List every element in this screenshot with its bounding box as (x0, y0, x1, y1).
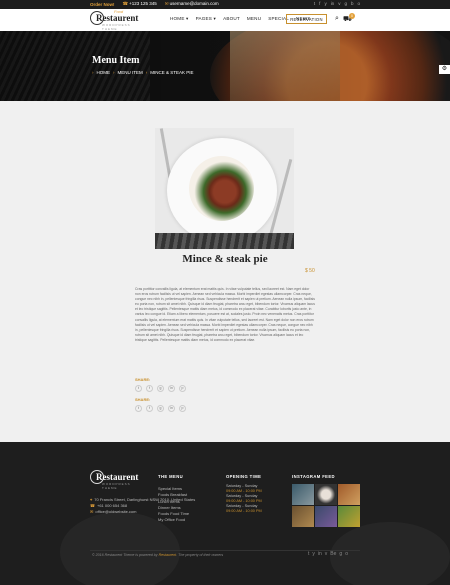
breadcrumb-current: MINCE & STEAK PIE (150, 70, 194, 75)
top-bar: Order Now! ☎+123 125 345 ✉username@domai… (0, 0, 450, 9)
instagram-photo[interactable] (315, 484, 337, 505)
phone-contact[interactable]: ☎+123 125 345 (123, 1, 157, 7)
logo-badge: Food (114, 9, 124, 14)
footer-logo[interactable]: Restaurent WORDPRESS THEME (90, 470, 139, 490)
phone-icon: ☎ (90, 503, 95, 508)
footer-menu-item[interactable]: Foods Breakfast (158, 492, 189, 498)
google-icon[interactable]: g (344, 1, 347, 6)
other-social-icon[interactable]: o (357, 1, 360, 6)
plate-decoration (167, 138, 277, 243)
mail-icon: ✉ (164, 1, 169, 6)
page-title: Menu Item (92, 55, 140, 66)
google-icon[interactable]: g (339, 551, 342, 557)
footer-menu-list: Special Items Foods Breakfast Lunch Item… (158, 486, 189, 524)
phone-icon: ☎ (122, 1, 129, 6)
vimeo-icon[interactable]: v (338, 1, 340, 6)
instagram-feed (292, 484, 360, 527)
hours-time: 09:00 AM - 10:00 PM (226, 509, 262, 513)
dish-title: Mince & steak pie (182, 253, 268, 265)
footer-logo-subtitle: WORDPRESS THEME (102, 482, 131, 490)
instagram-photo[interactable] (292, 506, 314, 527)
share-linkedin-icon[interactable]: in (168, 385, 175, 392)
facebook-icon[interactable]: f (319, 1, 320, 6)
location-icon: ⌖ (90, 497, 93, 502)
twitter-icon[interactable]: t (314, 1, 315, 6)
share-twitter-icon[interactable]: t (135, 405, 142, 412)
nav-pages[interactable]: Pages ▾ (196, 16, 216, 22)
main-content: Mince & steak pie $ 50 Cras porttitor co… (0, 101, 450, 442)
breadcrumb-home[interactable]: HOME (97, 70, 111, 75)
order-now-label: Order Now! (90, 1, 115, 7)
footer-menu-item[interactable]: My Office Food (158, 517, 189, 523)
email-contact[interactable]: ✉username@domain.com (165, 1, 219, 7)
footer-social-links: t y in v Be g o (308, 551, 348, 557)
instagram-photo[interactable] (338, 484, 360, 505)
logo-subtitle: WORDPRESS THEME (102, 23, 131, 31)
share-label-secondary: Share: (135, 397, 151, 402)
share-label: Share: (135, 377, 151, 382)
dish-price: $ 50 (305, 268, 315, 274)
reservation-button[interactable]: RESERVATION (286, 14, 327, 24)
copyright: © 2016 Restaurent Theme is powered by Re… (92, 553, 224, 557)
site-header: Restaurent Food WORDPRESS THEME Home ▾ P… (0, 9, 450, 31)
breadcrumb: › HOME › MENU ITEM › MINCE & STEAK PIE (92, 70, 194, 75)
linkedin-icon[interactable]: in (318, 551, 322, 557)
instagram-photo[interactable] (315, 506, 337, 527)
share-facebook-icon[interactable]: f (146, 385, 153, 392)
share-pinterest-icon[interactable]: p (179, 385, 186, 392)
share-linkedin-icon[interactable]: in (168, 405, 175, 412)
nav-menu[interactable]: Menu (247, 16, 261, 22)
footer-logo-text: Restaurent (96, 472, 139, 482)
napkin-decoration (155, 233, 294, 249)
search-icon[interactable]: ⌕ (335, 15, 339, 23)
copyright-brand-link[interactable]: Restaurent (159, 553, 177, 557)
footer-hours-title: OPENING TIME (226, 474, 262, 479)
top-social-links: t f y in v g b o (314, 1, 360, 6)
behance-icon[interactable]: Be (330, 551, 336, 557)
footer-menu-title: THE MENU (158, 474, 184, 479)
youtube-icon[interactable]: y (312, 551, 315, 557)
cart-count-badge: 0 (349, 13, 355, 19)
mail-icon: ✉ (90, 509, 94, 514)
nav-home[interactable]: Home ▾ (170, 16, 189, 22)
behance-icon[interactable]: b (351, 1, 354, 6)
nav-about[interactable]: About (223, 16, 240, 22)
other-social-icon[interactable]: o (345, 551, 348, 557)
page-hero: Menu Item › HOME › MENU ITEM › MINCE & S… (0, 31, 450, 101)
footer-instagram-title: INSTAGRAM FEED (292, 474, 335, 479)
share-twitter-icon[interactable]: t (135, 385, 142, 392)
breadcrumb-menu-item[interactable]: MENU ITEM (118, 70, 143, 75)
site-logo[interactable]: Restaurent Food WORDPRESS THEME (90, 9, 139, 31)
logo-text: Restaurent (96, 13, 139, 23)
footer-hours-list: Saturday - Sunday 09:00 AM - 10:00 PM Sa… (226, 484, 262, 514)
site-footer: Restaurent WORDPRESS THEME ⌖ 70 Francis S… (0, 442, 450, 585)
instagram-photo[interactable] (292, 484, 314, 505)
vimeo-icon[interactable]: v (325, 551, 328, 557)
twitter-icon[interactable]: t (308, 551, 309, 557)
dish-description: Cras porttitor convallis ligula, at elem… (135, 287, 315, 342)
linkedin-icon[interactable]: in (331, 1, 335, 6)
share-google-icon[interactable]: g (157, 385, 164, 392)
share-buttons-secondary: t f g in p (135, 405, 186, 412)
share-buttons: t f g in p (135, 385, 186, 392)
share-facebook-icon[interactable]: f (146, 405, 153, 412)
youtube-icon[interactable]: y (324, 1, 326, 6)
dish-image (155, 128, 294, 249)
breadcrumb-sep: › (92, 70, 94, 75)
share-pinterest-icon[interactable]: p (179, 405, 186, 412)
share-google-icon[interactable]: g (157, 405, 164, 412)
gear-icon[interactable]: ⚙ (439, 65, 450, 74)
instagram-photo[interactable] (338, 506, 360, 527)
